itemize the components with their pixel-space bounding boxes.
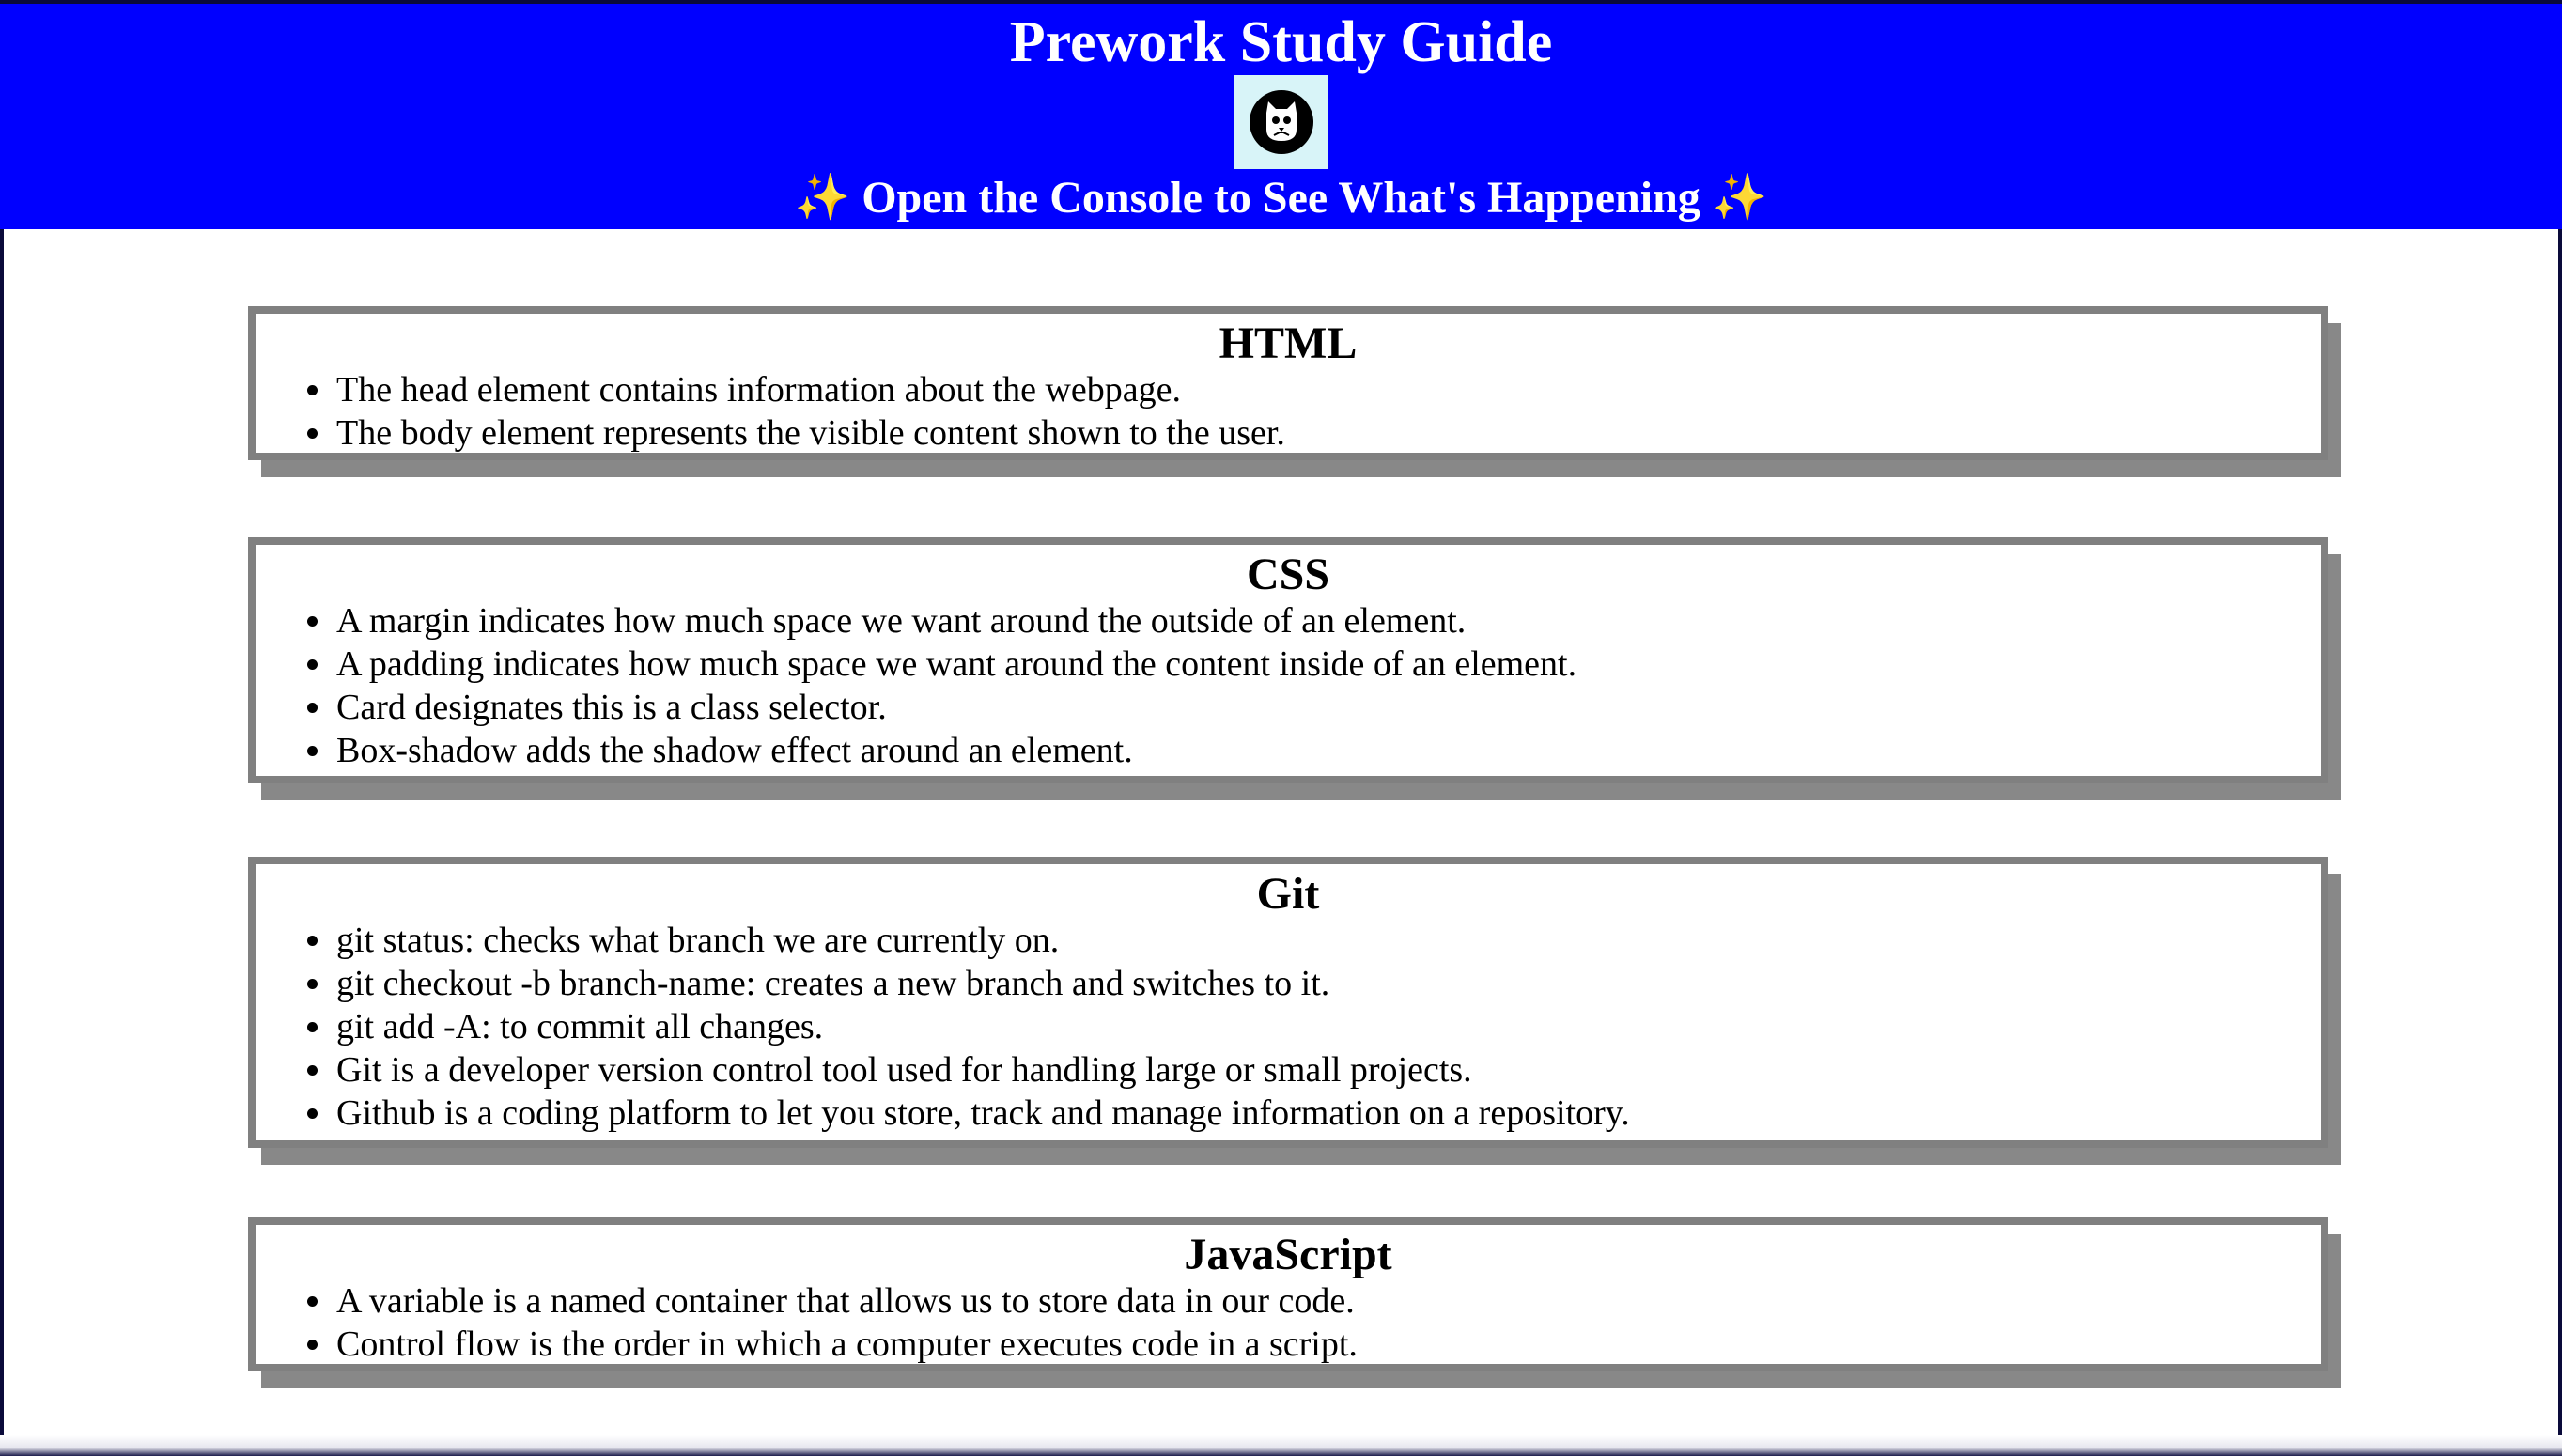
list-item: A variable is a named container that all… [334, 1279, 2321, 1323]
card-title: JavaScript [1184, 1230, 1392, 1279]
list-item: The head element contains information ab… [334, 368, 2321, 411]
subtitle-text: Open the Console to See What's Happening [862, 173, 1700, 223]
card-git: Git git status: checks what branch we ar… [248, 857, 2328, 1148]
cat-logo-icon [1234, 75, 1328, 169]
page-header: Prework Study Guide ✨ Open the Console t… [0, 4, 2562, 229]
card-list: A margin indicates how much space we wan… [256, 599, 2321, 772]
window-bottom-edge [0, 1435, 2562, 1456]
card-title: CSS [1246, 550, 1330, 599]
list-item: Box-shadow adds the shadow effect around… [334, 729, 2321, 772]
card-title: HTML [1219, 318, 1358, 368]
list-item: git checkout -b branch-name: creates a n… [334, 962, 2321, 1005]
list-item: Control flow is the order in which a com… [334, 1323, 2321, 1366]
card-html: HTML The head element contains informati… [248, 306, 2328, 460]
list-item: git status: checks what branch we are cu… [334, 919, 2321, 962]
page-title: Prework Study Guide [1009, 10, 1553, 74]
list-item: Github is a coding platform to let you s… [334, 1092, 2321, 1135]
list-item: A padding indicates how much space we wa… [334, 643, 2321, 686]
card-list: The head element contains information ab… [256, 368, 2321, 455]
list-item: Git is a developer version control tool … [334, 1048, 2321, 1092]
list-item: git add -A: to commit all changes. [334, 1005, 2321, 1048]
card-css: CSS A margin indicates how much space we… [248, 537, 2328, 783]
card-list: git status: checks what branch we are cu… [256, 919, 2321, 1135]
list-item: A margin indicates how much space we wan… [334, 599, 2321, 643]
page-subtitle: ✨ Open the Console to See What's Happeni… [0, 171, 2562, 225]
list-item: The body element represents the visible … [334, 411, 2321, 455]
sparkles-icon: ✨ [794, 173, 851, 223]
card-javascript: JavaScript A variable is a named contain… [248, 1217, 2328, 1371]
list-item: Card designates this is a class selector… [334, 686, 2321, 729]
card-title: Git [1256, 869, 1320, 919]
card-list: A variable is a named container that all… [256, 1279, 2321, 1366]
sparkles-icon: ✨ [1711, 173, 1768, 223]
